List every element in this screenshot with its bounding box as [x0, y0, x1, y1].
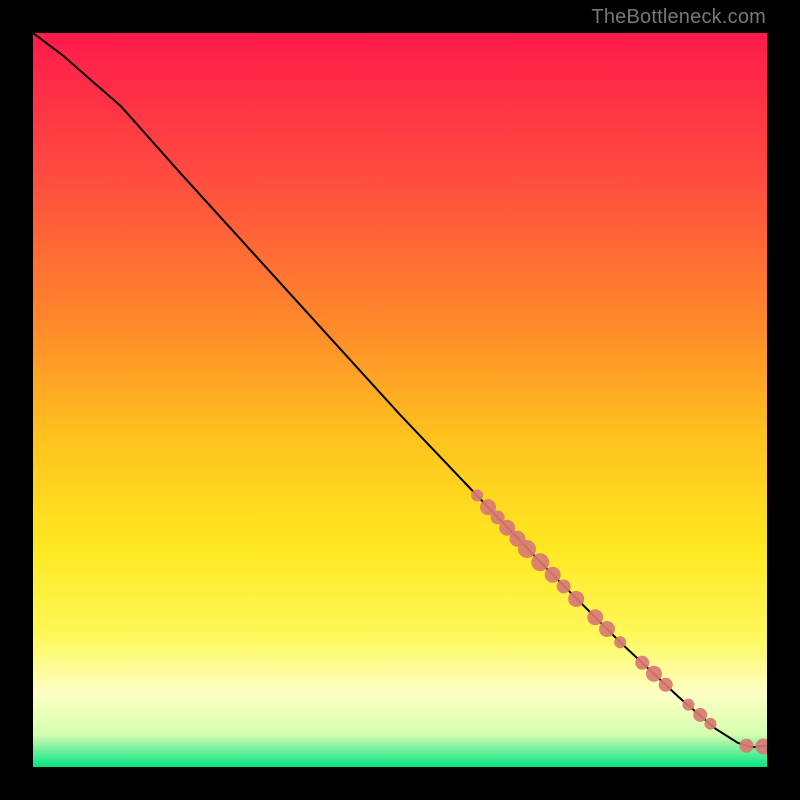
data-point	[646, 666, 662, 682]
data-point	[614, 636, 626, 648]
data-point	[739, 739, 753, 753]
data-point	[545, 567, 561, 583]
data-point	[693, 708, 707, 722]
data-point	[635, 656, 649, 670]
data-point	[599, 621, 615, 637]
data-point	[587, 609, 603, 625]
attribution-label: TheBottleneck.com	[591, 6, 766, 29]
data-point	[557, 579, 571, 593]
data-point	[659, 678, 673, 692]
chart-frame: TheBottleneck.com	[0, 0, 800, 800]
data-point	[704, 718, 716, 730]
data-point	[518, 540, 536, 558]
data-point	[568, 591, 584, 607]
data-point	[531, 553, 549, 571]
data-point	[682, 699, 694, 711]
data-point	[471, 489, 483, 501]
chart-plot	[33, 33, 767, 767]
gradient-background	[33, 33, 767, 767]
